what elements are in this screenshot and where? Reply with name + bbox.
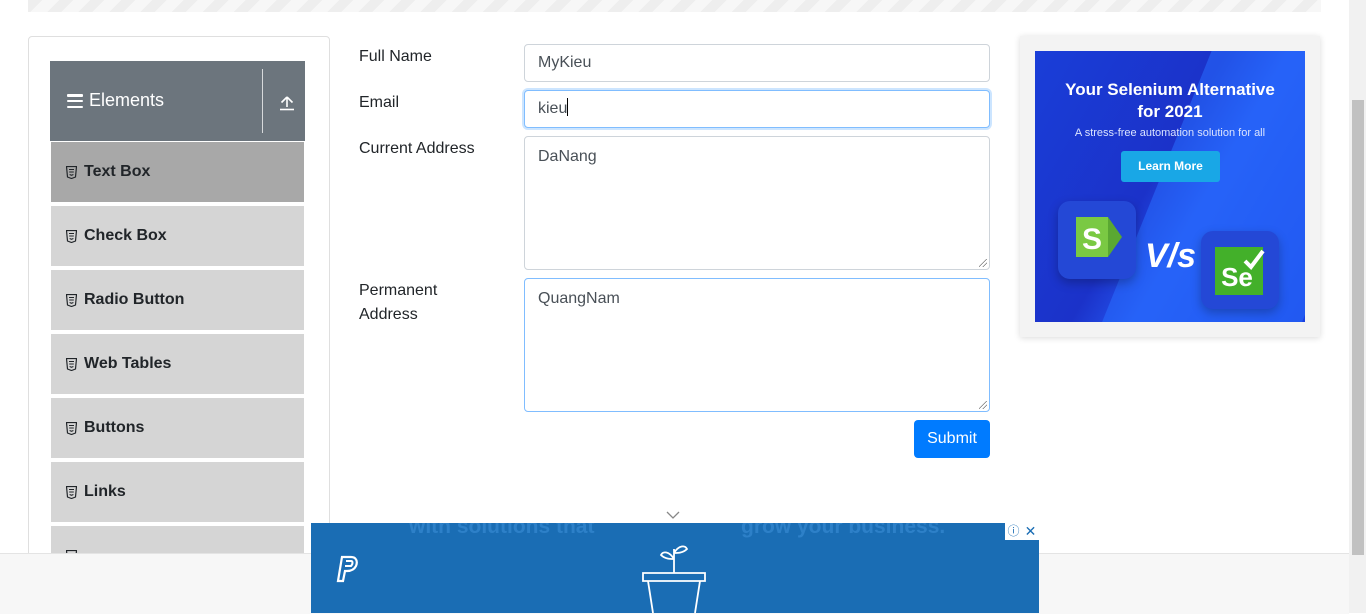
- html5-icon: [66, 165, 77, 179]
- bottom-banner-ad[interactable]: with solutions that grow your business. …: [311, 523, 1039, 613]
- paypal-logo-icon: [336, 555, 358, 583]
- full-name-value: MyKieu: [538, 54, 592, 71]
- sidebar-item-check-box[interactable]: Check Box: [51, 205, 304, 267]
- resize-grip-icon[interactable]: [979, 259, 987, 267]
- permanent-address-label-line1: Permanent: [359, 282, 438, 299]
- selenium-logo-icon: Se: [1201, 231, 1279, 309]
- sidebar-item-label: Check Box: [84, 227, 167, 244]
- text-caret: [567, 98, 569, 116]
- full-name-label: Full Name: [359, 48, 432, 65]
- html5-icon: [66, 421, 77, 435]
- current-address-textarea[interactable]: DaNang: [524, 136, 990, 270]
- sidebar-item-label: Text Box: [84, 163, 151, 180]
- sidebar-item-label: Web Tables: [84, 355, 172, 372]
- elements-group-header[interactable]: Elements: [50, 61, 305, 141]
- email-value: kieu: [538, 100, 568, 117]
- permanent-address-label-line2: Address: [359, 306, 418, 323]
- page-scrollbar[interactable]: [1349, 0, 1366, 613]
- learn-more-button[interactable]: Learn More: [1121, 151, 1220, 182]
- email-input[interactable]: kieu: [524, 90, 990, 128]
- ad-title-line2: for 2021: [1137, 102, 1203, 121]
- html5-icon: [66, 485, 77, 499]
- ad-info-icon[interactable]: ⓘ: [1005, 523, 1022, 540]
- html5-icon: [66, 229, 77, 243]
- ad-title: Your Selenium Alternative for 2021: [1035, 79, 1305, 123]
- full-name-input[interactable]: MyKieu: [524, 44, 990, 82]
- sidebar-item-label: Radio Button: [84, 291, 185, 308]
- sidebar-item-label: Buttons: [84, 419, 145, 436]
- selenium-alternative-ad[interactable]: Your Selenium Alternative for 2021 A str…: [1035, 51, 1305, 322]
- resize-grip-icon[interactable]: [979, 401, 987, 409]
- sidebar-item-label: Links: [84, 483, 126, 500]
- sidebar-item-web-tables[interactable]: Web Tables: [51, 333, 304, 395]
- ad-vs-text: V/s: [1145, 237, 1197, 275]
- svg-text:S: S: [1082, 223, 1102, 256]
- scrollbar-thumb[interactable]: [1352, 100, 1364, 555]
- permanent-address-label: Permanent Address: [359, 279, 437, 327]
- email-label: Email: [359, 94, 400, 111]
- current-address-value: DaNang: [538, 148, 597, 165]
- html5-icon: [66, 293, 77, 307]
- elements-group-title: Elements: [89, 89, 165, 110]
- header-divider: [262, 69, 263, 133]
- ad-text-left: with solutions that: [409, 523, 595, 538]
- permanent-address-value: QuangNam: [538, 290, 620, 307]
- collapse-up-icon[interactable]: [278, 94, 296, 112]
- katalon-logo-icon: S: [1058, 201, 1136, 279]
- sidebar-item-text-box[interactable]: Text Box: [51, 141, 304, 203]
- ad-text-right: grow your business.: [741, 523, 946, 538]
- sidebar-item-links[interactable]: Links: [51, 461, 304, 523]
- top-banner: [28, 0, 1321, 12]
- chevron-down-icon[interactable]: [666, 510, 680, 520]
- plant-pot-icon: [642, 545, 706, 613]
- ad-close-icon[interactable]: ✕: [1022, 523, 1039, 540]
- permanent-address-textarea[interactable]: QuangNam: [524, 278, 990, 412]
- html5-icon: [66, 357, 77, 371]
- sidebar-item-radio-button[interactable]: Radio Button: [51, 269, 304, 331]
- sidebar-item-buttons[interactable]: Buttons: [51, 397, 304, 459]
- ad-subtitle: A stress-free automation solution for al…: [1074, 127, 1266, 139]
- current-address-label: Current Address: [359, 140, 475, 157]
- submit-button[interactable]: Submit: [914, 420, 990, 458]
- ad-title-line1: Your Selenium Alternative: [1065, 80, 1275, 99]
- hamburger-icon: [67, 94, 83, 108]
